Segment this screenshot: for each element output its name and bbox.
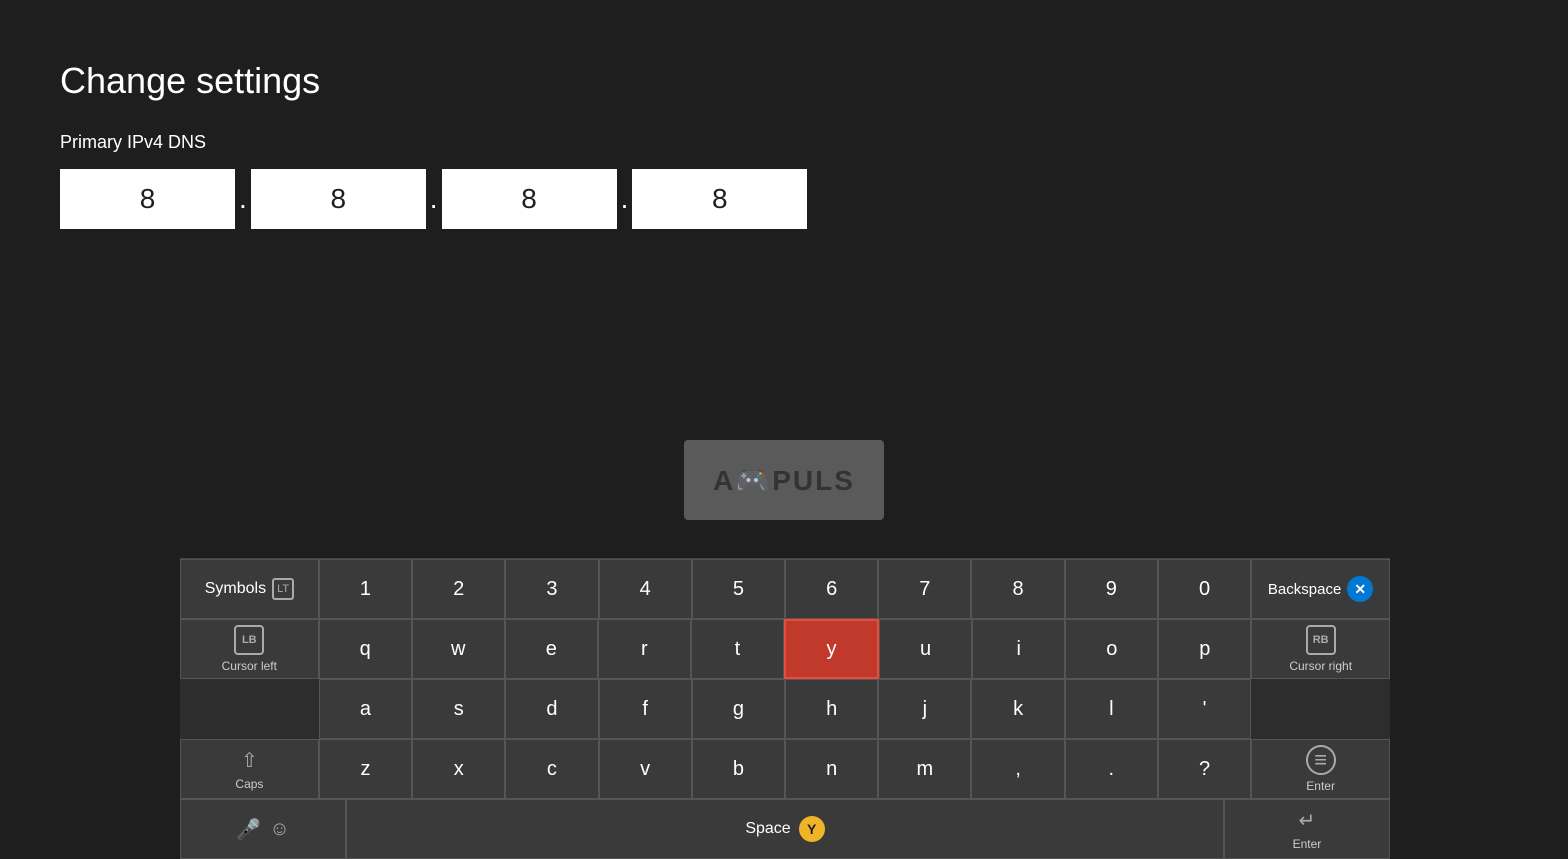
watermark: A🎮PULS bbox=[684, 440, 884, 520]
keyboard: Symbols LT 1 2 3 4 5 6 7 8 9 0 Backspace… bbox=[180, 558, 1390, 859]
key-c[interactable]: c bbox=[505, 739, 598, 799]
key-r[interactable]: r bbox=[598, 619, 691, 679]
key-u[interactable]: u bbox=[879, 619, 972, 679]
key-comma[interactable]: , bbox=[971, 739, 1064, 799]
backspace-label: Backspace bbox=[1268, 581, 1341, 598]
emoji-icon: ☺ bbox=[269, 818, 289, 841]
caps-icon: ⇧ bbox=[241, 748, 258, 773]
key-symbols[interactable]: Symbols LT bbox=[180, 559, 319, 619]
enter-bottom-label: Enter bbox=[1293, 837, 1322, 851]
key-empty-right bbox=[1251, 679, 1390, 739]
key-1[interactable]: 1 bbox=[319, 559, 412, 619]
key-voice-area[interactable]: 🎤 ☺ bbox=[180, 799, 346, 859]
key-l[interactable]: l bbox=[1065, 679, 1158, 739]
key-b[interactable]: b bbox=[692, 739, 785, 799]
dns-field-3[interactable] bbox=[442, 169, 617, 229]
key-space[interactable]: Space Y bbox=[346, 799, 1224, 859]
watermark-text: A🎮PULS bbox=[713, 464, 855, 497]
space-label: Space bbox=[745, 820, 790, 838]
key-caps[interactable]: ⇧ Caps bbox=[180, 739, 319, 799]
key-backspace[interactable]: Backspace ✕ bbox=[1251, 559, 1390, 619]
key-3[interactable]: 3 bbox=[505, 559, 598, 619]
key-q[interactable]: q bbox=[319, 619, 412, 679]
keyboard-row-4: ⇧ Caps z x c v b n m , . ? ≡ Enter bbox=[180, 739, 1390, 799]
key-m[interactable]: m bbox=[878, 739, 971, 799]
key-6[interactable]: 6 bbox=[785, 559, 878, 619]
page-title: Change settings bbox=[60, 60, 1508, 102]
key-8[interactable]: 8 bbox=[971, 559, 1064, 619]
key-s[interactable]: s bbox=[412, 679, 505, 739]
key-t[interactable]: t bbox=[691, 619, 784, 679]
y-button-icon: Y bbox=[799, 816, 825, 842]
dns-sep-3: . bbox=[617, 183, 633, 215]
enter-icon: ≡ bbox=[1306, 745, 1336, 775]
key-cursor-right[interactable]: RB Cursor right bbox=[1251, 619, 1390, 679]
key-e[interactable]: e bbox=[505, 619, 598, 679]
dns-field-4[interactable] bbox=[632, 169, 807, 229]
key-empty-left bbox=[180, 679, 319, 739]
keyboard-row-5: 🎤 ☺ Space Y ↵ Enter bbox=[180, 799, 1390, 859]
dns-fields: . . . bbox=[60, 169, 1508, 229]
lt-icon: LT bbox=[272, 578, 294, 600]
key-a[interactable]: a bbox=[319, 679, 412, 739]
cursor-left-label: Cursor left bbox=[222, 659, 277, 673]
key-g[interactable]: g bbox=[692, 679, 785, 739]
key-cursor-left[interactable]: LB Cursor left bbox=[180, 619, 319, 679]
enter-bottom-icon: ↵ bbox=[1299, 808, 1316, 833]
key-j[interactable]: j bbox=[878, 679, 971, 739]
symbols-label: Symbols bbox=[205, 580, 266, 598]
lb-icon: LB bbox=[234, 625, 264, 655]
key-2[interactable]: 2 bbox=[412, 559, 505, 619]
key-v[interactable]: v bbox=[599, 739, 692, 799]
top-section: Change settings Primary IPv4 DNS . . . bbox=[0, 0, 1568, 269]
enter-label: Enter bbox=[1306, 779, 1335, 793]
key-z[interactable]: z bbox=[319, 739, 412, 799]
keyboard-row-2: LB Cursor left q w e r t y u i o p RB Cu… bbox=[180, 619, 1390, 679]
key-question[interactable]: ? bbox=[1158, 739, 1251, 799]
dns-field-1[interactable] bbox=[60, 169, 235, 229]
key-i[interactable]: i bbox=[972, 619, 1065, 679]
backspace-icon: ✕ bbox=[1347, 576, 1373, 602]
key-d[interactable]: d bbox=[505, 679, 598, 739]
cursor-right-label: Cursor right bbox=[1289, 659, 1352, 673]
dns-sep-2: . bbox=[426, 183, 442, 215]
key-y[interactable]: y bbox=[784, 619, 879, 679]
key-period[interactable]: . bbox=[1065, 739, 1158, 799]
key-7[interactable]: 7 bbox=[878, 559, 971, 619]
key-enter-bottom[interactable]: ↵ Enter bbox=[1224, 799, 1390, 859]
rb-icon: RB bbox=[1306, 625, 1336, 655]
key-x[interactable]: x bbox=[412, 739, 505, 799]
dns-sep-1: . bbox=[235, 183, 251, 215]
key-p[interactable]: p bbox=[1158, 619, 1251, 679]
key-0[interactable]: 0 bbox=[1158, 559, 1251, 619]
keyboard-row-3: a s d f g h j k l ' bbox=[180, 679, 1390, 739]
key-9[interactable]: 9 bbox=[1065, 559, 1158, 619]
key-f[interactable]: f bbox=[599, 679, 692, 739]
key-4[interactable]: 4 bbox=[599, 559, 692, 619]
dns-field-2[interactable] bbox=[251, 169, 426, 229]
mic-icon: 🎤 bbox=[236, 817, 261, 842]
key-enter[interactable]: ≡ Enter bbox=[1251, 739, 1390, 799]
keyboard-row-1: Symbols LT 1 2 3 4 5 6 7 8 9 0 Backspace… bbox=[180, 559, 1390, 619]
key-n[interactable]: n bbox=[785, 739, 878, 799]
key-h[interactable]: h bbox=[785, 679, 878, 739]
dns-label: Primary IPv4 DNS bbox=[60, 132, 1508, 153]
key-w[interactable]: w bbox=[412, 619, 505, 679]
caps-label: Caps bbox=[235, 777, 263, 791]
key-5[interactable]: 5 bbox=[692, 559, 785, 619]
key-k[interactable]: k bbox=[971, 679, 1064, 739]
key-apostrophe[interactable]: ' bbox=[1158, 679, 1251, 739]
key-o[interactable]: o bbox=[1065, 619, 1158, 679]
